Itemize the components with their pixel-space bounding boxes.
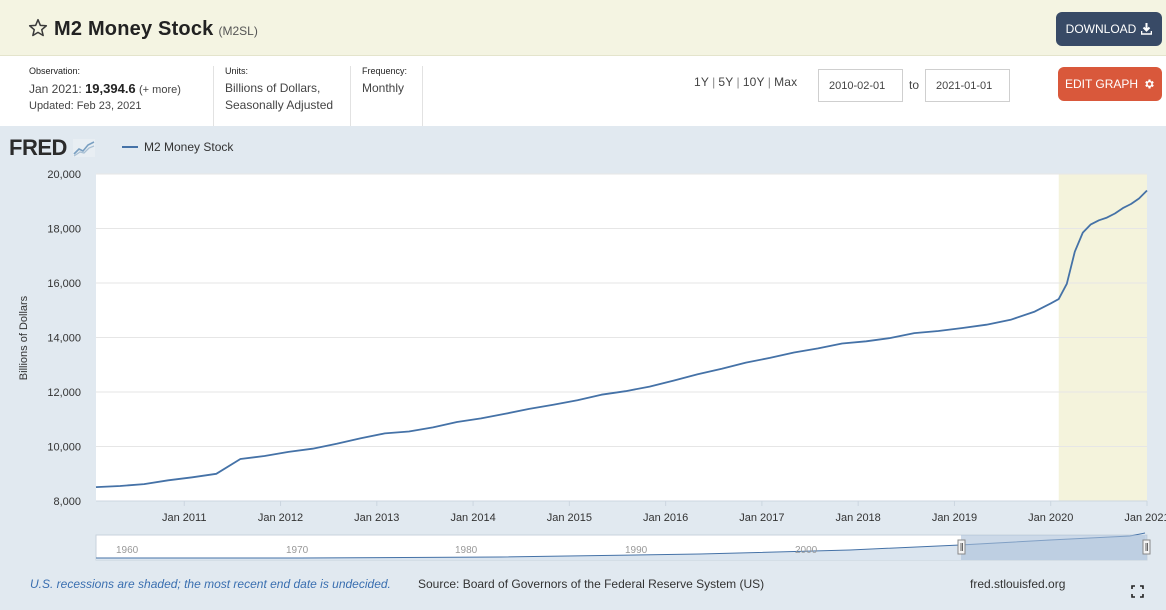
y-axis: 8,000 10,000 12,000 14,000 16,000 18,000 20,00… xyxy=(47,169,81,508)
range-1y[interactable]: 1Y xyxy=(694,75,709,89)
units-block: Units: Billions of Dollars, Seasonally A… xyxy=(225,66,351,126)
x-tick-label: Jan 2021 xyxy=(1124,512,1166,524)
navigator-year-label: 1970 xyxy=(286,545,309,556)
observation-label: Observation: xyxy=(29,66,81,76)
x-tick-label: Jan 2012 xyxy=(258,512,303,524)
range-5y[interactable]: 5Y xyxy=(718,75,733,89)
range-10y[interactable]: 10Y xyxy=(743,75,765,89)
y-tick-label: 14,000 xyxy=(47,333,81,345)
navigator-year-label: 1960 xyxy=(116,545,139,556)
y-tick-label: 20,000 xyxy=(47,169,81,181)
source-note: Source: Board of Governors of the Federa… xyxy=(418,577,765,591)
series-id: (M2SL) xyxy=(218,24,258,38)
star-outline-icon[interactable] xyxy=(28,18,48,38)
x-tick-label: Jan 2019 xyxy=(932,512,977,524)
units-line2: Seasonally Adjusted xyxy=(225,98,334,112)
overview-navigator[interactable]: 1960 1970 1980 1990 2000 xyxy=(95,532,1151,561)
updated-date: Updated: Feb 23, 2021 xyxy=(29,100,142,112)
navigator-selection[interactable] xyxy=(961,535,1147,560)
observation-block: Observation: Jan 2021: 19,394.6 (+ more)… xyxy=(29,66,214,126)
frequency-value: Monthly xyxy=(362,81,405,95)
site-link[interactable]: fred.stlouisfed.org xyxy=(970,577,1065,591)
edit-graph-button[interactable]: EDIT GRAPH xyxy=(1058,67,1162,101)
frequency-label: Frequency: xyxy=(362,66,408,76)
units-label: Units: xyxy=(225,66,249,76)
range-links: 1Y | 5Y | 10Y | Max xyxy=(694,75,798,89)
y-tick-label: 16,000 xyxy=(47,278,81,290)
range-max[interactable]: Max xyxy=(774,75,797,89)
observation-date: Jan 2021: xyxy=(29,82,82,96)
gear-icon xyxy=(1145,79,1154,89)
y-tick-label: 8,000 xyxy=(53,496,81,508)
observation-value: 19,394.6 xyxy=(85,81,136,96)
fullscreen-icon[interactable] xyxy=(1131,585,1144,598)
chart-svg: 8,000 10,000 12,000 14,000 16,000 18,000 20,00… xyxy=(18,169,1166,561)
y-tick-label: 10,000 xyxy=(47,442,81,454)
fred-page: M2 Money Stock (M2SL) DOWNLOAD Observati… xyxy=(0,0,1166,610)
x-axis: Jan 2011 Jan 2012 Jan 2013 Jan 2014 Jan 2015… xyxy=(162,501,1166,524)
download-label: DOWNLOAD xyxy=(1065,22,1137,36)
to-label: to xyxy=(909,78,920,92)
start-date-input[interactable] xyxy=(818,69,903,102)
recession-note: U.S. recessions are shaded; the most rec… xyxy=(30,577,391,591)
x-tick-label: Jan 2018 xyxy=(836,512,881,524)
y-axis-label: Billions of Dollars xyxy=(18,295,30,380)
y-tick-label: 12,000 xyxy=(47,387,81,399)
navigator-year-label: 1990 xyxy=(625,545,648,556)
edit-graph-label: EDIT GRAPH xyxy=(1064,77,1139,91)
x-tick-label: Jan 2020 xyxy=(1028,512,1073,524)
navigator-year-label: 1980 xyxy=(455,545,478,556)
navigator-year-label: 2000 xyxy=(795,545,818,556)
x-tick-label: Jan 2011 xyxy=(162,512,206,524)
more-link[interactable]: (+ more) xyxy=(139,84,181,96)
x-tick-label: Jan 2015 xyxy=(547,512,592,524)
end-date-input[interactable] xyxy=(925,69,1010,102)
chart-area: FRED M2 Money Stock 8,000 10,000 12,000 14,… xyxy=(0,126,1166,610)
y-tick-label: 18,000 xyxy=(47,224,81,236)
x-tick-label: Jan 2013 xyxy=(354,512,399,524)
page-title: M2 Money Stock xyxy=(54,18,214,40)
frequency-block: Frequency: Monthly xyxy=(362,66,423,126)
x-tick-label: Jan 2014 xyxy=(450,512,495,524)
x-tick-label: Jan 2017 xyxy=(739,512,784,524)
title-wrap: M2 Money Stock (M2SL) xyxy=(28,15,258,41)
series-header: M2 Money Stock (M2SL) DOWNLOAD xyxy=(0,0,1166,56)
units-line1: Billions of Dollars, xyxy=(225,81,321,95)
download-icon xyxy=(1141,23,1153,35)
download-button[interactable]: DOWNLOAD xyxy=(1056,12,1162,46)
x-tick-label: Jan 2016 xyxy=(643,512,688,524)
